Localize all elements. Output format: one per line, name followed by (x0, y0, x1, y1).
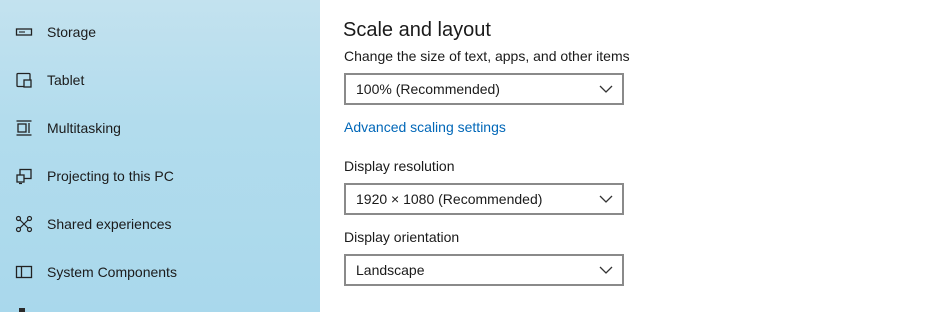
tablet-icon (15, 71, 33, 89)
resolution-dropdown[interactable]: 1920 × 1080 (Recommended) (344, 183, 624, 215)
sidebar-item-label: Tablet (47, 72, 85, 88)
scale-dropdown[interactable]: 100% (Recommended) (344, 73, 624, 105)
resolution-label: Display resolution (344, 158, 455, 174)
sidebar-item-tablet[interactable]: Tablet (0, 60, 320, 100)
sidebar-item-shared-experiences[interactable]: Shared experiences (0, 204, 320, 244)
sidebar-item-multitasking[interactable]: Multitasking (0, 108, 320, 148)
sidebar-item-label: Storage (47, 24, 97, 40)
scale-label: Change the size of text, apps, and other… (344, 48, 630, 64)
chevron-down-icon (599, 266, 613, 274)
section-title: Scale and layout (343, 18, 491, 41)
scale-dropdown-value: 100% (Recommended) (356, 81, 500, 97)
sidebar: Storage Tablet Multitasking Projecting t… (0, 0, 320, 312)
main-content: Scale and layout Change the size of text… (320, 0, 931, 312)
next-item-icon-partial (19, 308, 25, 312)
multitasking-icon (15, 119, 33, 137)
orientation-dropdown[interactable]: Landscape (344, 254, 624, 286)
sidebar-item-label: Multitasking (47, 120, 121, 136)
projecting-icon (15, 167, 33, 185)
chevron-down-icon (599, 85, 613, 93)
sidebar-item-storage[interactable]: Storage (0, 12, 320, 52)
orientation-dropdown-value: Landscape (356, 262, 425, 278)
sidebar-item-label: System Components (47, 264, 177, 280)
resolution-dropdown-value: 1920 × 1080 (Recommended) (356, 191, 543, 207)
settings-window: Storage Tablet Multitasking Projecting t… (0, 0, 931, 312)
storage-icon (15, 23, 33, 41)
chevron-down-icon (599, 195, 613, 203)
advanced-scaling-link[interactable]: Advanced scaling settings (344, 119, 506, 135)
shared-experiences-icon (15, 215, 33, 233)
sidebar-item-label: Projecting to this PC (47, 168, 174, 184)
orientation-label: Display orientation (344, 229, 460, 245)
sidebar-item-label: Shared experiences (47, 216, 172, 232)
system-components-icon (15, 263, 33, 281)
sidebar-item-projecting[interactable]: Projecting to this PC (0, 156, 320, 196)
sidebar-item-system-components[interactable]: System Components (0, 252, 320, 292)
